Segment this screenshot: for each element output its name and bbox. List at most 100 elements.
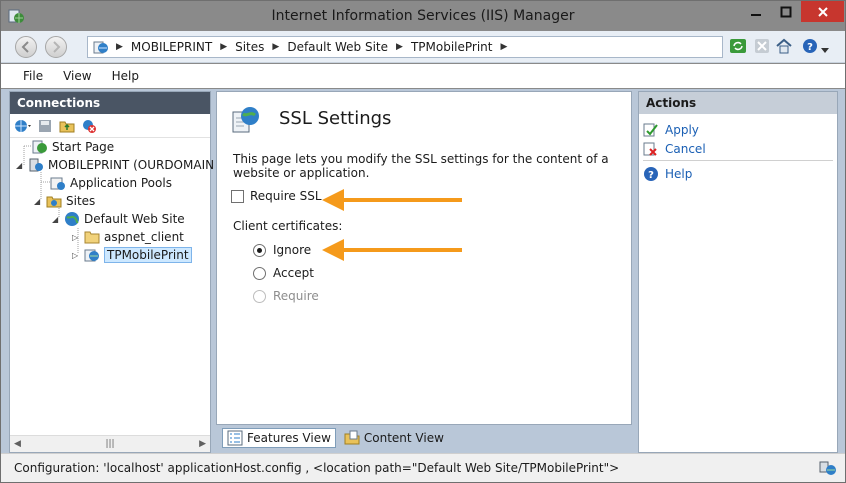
connections-panel: Connections Start Page ◢ MOBILEPRINT (OU… (9, 91, 214, 453)
radio-ignore[interactable] (253, 243, 266, 257)
breadcrumb-item-sites[interactable]: Sites (235, 40, 264, 54)
help-circle-icon: ? (643, 166, 659, 182)
scroll-left-icon[interactable]: ◀ (14, 439, 21, 449)
action-help[interactable]: ? Help (643, 166, 692, 182)
disconnect-icon[interactable] (80, 117, 98, 135)
scroll-right-icon[interactable]: ▶ (199, 439, 206, 449)
back-button[interactable] (15, 36, 37, 58)
radio-accept-label: Accept (273, 266, 314, 280)
collapse-arrow-icon[interactable]: ◢ (52, 215, 62, 224)
folder-icon (84, 229, 100, 245)
menu-help[interactable]: Help (112, 69, 139, 83)
svg-text:?: ? (807, 42, 813, 53)
tree-item-label: Sites (66, 194, 96, 208)
breadcrumb-item-server[interactable]: MOBILEPRINT (131, 40, 212, 54)
ssl-settings-panel: SSL Settings This page lets you modify t… (216, 91, 632, 425)
address-bar[interactable]: ▶ MOBILEPRINT ▶ Sites ▶ Default Web Site… (87, 36, 723, 58)
scroll-thumb-grip-icon[interactable]: ||| (105, 439, 114, 449)
tree-item-label: Start Page (52, 140, 115, 154)
tab-content-view[interactable]: Content View (340, 428, 448, 448)
back-arrow-icon (21, 41, 29, 53)
iis-manager-window: Internet Information Services (IIS) Mana… (0, 0, 846, 483)
breadcrumb-item-site[interactable]: Default Web Site (287, 40, 388, 54)
callout-arrow-icon (322, 239, 462, 261)
window-title: Internet Information Services (IIS) Mana… (271, 8, 575, 24)
actions-header: Actions (639, 92, 837, 114)
close-button[interactable] (801, 1, 844, 22)
tree-item-app-pools[interactable]: Application Pools (50, 174, 172, 192)
minimize-button[interactable] (741, 1, 771, 22)
main-area: Connections Start Page ◢ MOBILEPRINT (OU… (1, 89, 845, 453)
callout-arrow-icon (322, 189, 462, 211)
content-view-icon (344, 430, 360, 446)
radio-require (253, 289, 266, 303)
actions-panel: Actions Apply Cancel ? Help (638, 91, 838, 453)
web-app-icon (84, 247, 100, 263)
features-view-label: Features View (247, 431, 331, 445)
action-apply[interactable]: Apply (643, 122, 699, 138)
radio-accept[interactable] (253, 266, 266, 280)
radio-require-label: Require (273, 289, 319, 303)
breadcrumb-item-app[interactable]: TPMobilePrint (411, 40, 493, 54)
collapse-arrow-icon[interactable]: ◢ (34, 197, 44, 206)
save-icon[interactable] (36, 117, 54, 135)
stop-icon[interactable] (753, 37, 771, 55)
menu-bar: File View Help (1, 64, 845, 88)
status-text: Configuration: 'localhost' applicationHo… (14, 461, 620, 475)
svg-text:?: ? (648, 170, 654, 181)
tree-item-start-page[interactable]: Start Page (32, 138, 114, 156)
connections-tree: Start Page ◢ MOBILEPRINT (OURDOMAIN Appl… (10, 138, 214, 428)
breadcrumb-arrow-icon: ▶ (396, 42, 403, 52)
minimize-icon (751, 13, 761, 16)
maximize-button[interactable] (771, 1, 801, 22)
require-ssl-checkbox-row[interactable]: Require SSL (231, 189, 322, 203)
radio-ignore-row[interactable]: Ignore (253, 243, 311, 257)
collapse-arrow-icon[interactable]: ◢ (16, 161, 26, 170)
menu-file[interactable]: File (23, 69, 43, 83)
tree-item-tpmobileprint[interactable]: ▷ TPMobilePrint (72, 246, 192, 264)
cancel-icon (643, 141, 659, 157)
menu-view[interactable]: View (63, 69, 91, 83)
tree-item-server[interactable]: ◢ MOBILEPRINT (OURDOMAIN (16, 156, 214, 174)
expand-arrow-icon[interactable]: ▷ (72, 251, 82, 260)
tree-item-label: MOBILEPRINT (OURDOMAIN (48, 158, 215, 172)
connections-horizontal-scrollbar[interactable]: ◀ ||| ▶ (10, 435, 210, 452)
client-certificates-label: Client certificates: (233, 219, 343, 233)
tree-item-aspnet-client[interactable]: ▷ aspnet_client (72, 228, 184, 246)
radio-ignore-label: Ignore (273, 243, 312, 257)
forward-arrow-icon (53, 41, 61, 53)
tab-features-view[interactable]: Features View (222, 428, 336, 448)
help-icon[interactable]: ? (801, 37, 819, 55)
up-folder-icon[interactable] (58, 117, 76, 135)
tree-item-label: TPMobilePrint (104, 247, 192, 263)
connections-toolbar (10, 114, 210, 138)
navigation-bar: ▶ MOBILEPRINT ▶ Sites ▶ Default Web Site… (1, 31, 845, 63)
connect-globe-icon[interactable] (14, 117, 32, 135)
actions-separator (643, 160, 833, 161)
home-icon[interactable] (775, 37, 793, 55)
apply-label: Apply (665, 123, 699, 137)
content-view-label: Content View (363, 431, 444, 445)
forward-button[interactable] (45, 36, 67, 58)
tree-item-sites[interactable]: ◢ Sites (34, 192, 95, 210)
title-bar: Internet Information Services (IIS) Mana… (1, 1, 845, 31)
breadcrumb-arrow-icon: ▶ (500, 42, 508, 52)
action-cancel[interactable]: Cancel (643, 141, 706, 157)
radio-require-row: Require (253, 289, 319, 303)
radio-accept-row[interactable]: Accept (253, 266, 314, 280)
help-label: Help (665, 167, 693, 181)
tree-item-default-web-site[interactable]: ◢ Default Web Site (52, 210, 185, 228)
address-globe-icon (92, 38, 110, 56)
help-dropdown-icon[interactable] (821, 43, 829, 61)
start-page-icon (32, 139, 48, 155)
require-ssl-checkbox[interactable] (231, 189, 244, 203)
features-view-icon (227, 430, 243, 446)
connections-header: Connections (10, 92, 210, 114)
refresh-icon[interactable] (729, 37, 747, 55)
page-title: SSL Settings (279, 108, 392, 129)
status-bar: Configuration: 'localhost' applicationHo… (1, 453, 845, 482)
network-status-icon (819, 460, 837, 476)
close-icon (817, 6, 828, 17)
tree-item-label: Default Web Site (84, 212, 185, 226)
expand-arrow-icon[interactable]: ▷ (72, 233, 82, 242)
